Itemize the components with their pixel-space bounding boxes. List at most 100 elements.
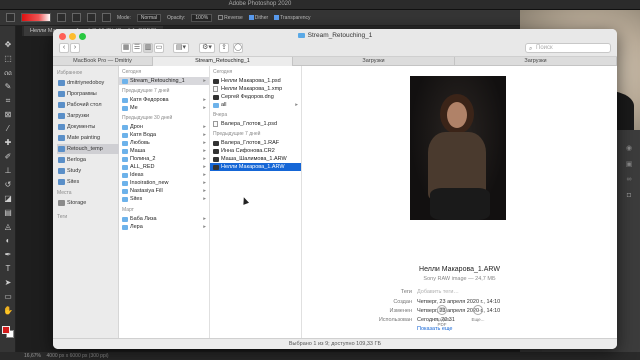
- chevron-right-icon: ▸: [295, 102, 298, 108]
- psd-file-icon: [213, 121, 218, 127]
- chevron-right-icon: ▸: [203, 156, 206, 162]
- list-item-file[interactable]: Нелли Макарова_1.psd: [210, 77, 301, 85]
- sidebar-item-retouch-temp[interactable]: Retouch_temp: [57, 144, 119, 154]
- list-item-file[interactable]: Валера_Глотов_1.psd: [210, 120, 301, 128]
- angle-gradient-icon[interactable]: [87, 13, 96, 22]
- gallery-view-button[interactable]: ▭: [154, 43, 164, 53]
- dither-checkbox[interactable]: Dither: [248, 14, 268, 21]
- sidebar-item-sites[interactable]: Sites: [57, 177, 119, 187]
- list-item-folder[interactable]: Дрон ▸: [119, 123, 209, 131]
- panel-lock-icon[interactable]: ▣: [624, 160, 634, 168]
- list-item-file[interactable]: Сергей Федоров.dng: [210, 93, 301, 101]
- tab-downloads-2[interactable]: Загрузки: [455, 57, 617, 66]
- linear-gradient-icon[interactable]: [57, 13, 66, 22]
- list-item-folder[interactable]: Sites ▸: [119, 195, 209, 203]
- forward-button[interactable]: ›: [70, 43, 80, 53]
- mode-select[interactable]: Normal: [136, 13, 162, 22]
- sidebar-item-berloga[interactable]: Berloga: [57, 155, 119, 165]
- list-item-folder[interactable]: Лера ▸: [119, 223, 209, 231]
- column-view-button[interactable]: ▥: [143, 43, 153, 53]
- type-tool-icon[interactable]: T: [3, 264, 13, 274]
- folder-icon: [122, 188, 128, 194]
- group-button[interactable]: ▤▾: [173, 43, 189, 53]
- move-tool-icon[interactable]: ✥: [3, 40, 13, 50]
- shape-tool-icon[interactable]: ▭: [3, 292, 13, 302]
- sidebar-item-storage[interactable]: Storage: [57, 198, 119, 208]
- list-item-file[interactable]: Нелли Макарова_1.xmp: [210, 85, 301, 93]
- list-item-folder[interactable]: Ideas ▸: [119, 171, 209, 179]
- list-item-folder[interactable]: ALL_RED ▸: [119, 163, 209, 171]
- list-item-file-selected[interactable]: Нелли Макарова_1.ARW: [210, 163, 301, 171]
- search-input[interactable]: ⌕ Поиск: [525, 43, 611, 53]
- reflected-gradient-icon[interactable]: [102, 13, 111, 22]
- tab-stream-retouching[interactable]: Stream_Retouching_1: [153, 57, 293, 66]
- back-button[interactable]: ‹: [59, 43, 69, 53]
- raw-file-icon: [213, 164, 219, 170]
- stamp-tool-icon[interactable]: ⊥: [3, 166, 13, 176]
- sidebar-item-documents[interactable]: Документы: [57, 122, 119, 132]
- share-button[interactable]: ⇪: [219, 43, 229, 53]
- list-item-folder[interactable]: Баба Лиза ▸: [119, 215, 209, 223]
- reverse-checkbox[interactable]: Reverse: [218, 14, 243, 21]
- icon-view-button[interactable]: ▦: [121, 43, 131, 53]
- list-item-file[interactable]: Маша_Шалимова_1.ARW: [210, 155, 301, 163]
- list-item-file[interactable]: Инна Сифонова.CR2: [210, 147, 301, 155]
- lasso-tool-icon[interactable]: ᦶ: [3, 68, 13, 78]
- list-item-folder[interactable]: Любовь ▸: [119, 139, 209, 147]
- list-item-folder[interactable]: Маша ▸: [119, 147, 209, 155]
- tab-downloads-1[interactable]: Загрузки: [293, 57, 455, 66]
- panel-link-icon[interactable]: ∞: [624, 176, 634, 184]
- foreground-color-swatch[interactable]: [2, 326, 10, 334]
- path-select-tool-icon[interactable]: ➤: [3, 278, 13, 288]
- gradient-picker[interactable]: [21, 13, 51, 22]
- list-item-folder[interactable]: Полина_2 ▸: [119, 155, 209, 163]
- brush-tool-icon[interactable]: ✐: [3, 152, 13, 162]
- eraser-tool-icon[interactable]: ◪: [3, 194, 13, 204]
- tags-button[interactable]: ◯: [233, 43, 243, 53]
- panel-eye-icon[interactable]: ◉: [624, 144, 634, 152]
- history-brush-tool-icon[interactable]: ↺: [3, 180, 13, 190]
- list-item-folder[interactable]: Катя Федорова ▸: [119, 96, 209, 104]
- eyedropper-tool-icon[interactable]: ⁄: [3, 124, 13, 134]
- meta-key: Использован: [378, 317, 412, 323]
- list-item-folder[interactable]: Insoiration_new ▸: [119, 179, 209, 187]
- list-item-folder[interactable]: Stream_Retouching_1 ▸: [119, 77, 209, 85]
- list-item-folder[interactable]: Катя Вода ▸: [119, 131, 209, 139]
- list-view-button[interactable]: ☰: [132, 43, 142, 53]
- sidebar-item-study[interactable]: Study: [57, 166, 119, 176]
- opacity-field[interactable]: 100%: [191, 13, 213, 22]
- meta-value: Добавить теги…: [417, 289, 459, 295]
- transparency-checkbox[interactable]: Transparency: [274, 14, 311, 21]
- preview-pane: Нелли Макарова_1.ARW Sony RAW image — 24…: [302, 66, 617, 338]
- action-gear-button[interactable]: ⚙▾: [199, 43, 215, 53]
- create-pdf-button[interactable]: ▤ Создать PDF: [431, 305, 453, 327]
- pen-tool-icon[interactable]: ✒: [3, 250, 13, 260]
- marquee-tool-icon[interactable]: ⬚: [3, 54, 13, 64]
- finder-column-1: Сегодня Stream_Retouching_1 ▸ Предыдущие …: [119, 66, 210, 338]
- hand-tool-icon[interactable]: ✋: [3, 306, 13, 316]
- zoom-readout[interactable]: 16,67%: [24, 353, 41, 359]
- folder-icon: [122, 196, 128, 202]
- quick-select-tool-icon[interactable]: ✎: [3, 82, 13, 92]
- dodge-tool-icon[interactable]: ◐: [3, 236, 13, 246]
- crop-tool-icon[interactable]: ⌗: [3, 96, 13, 106]
- sidebar-item-desktop[interactable]: Рабочий стол: [57, 100, 119, 110]
- sidebar-item-home[interactable]: dmitriynedoboy: [57, 78, 119, 88]
- tool-preset-icon[interactable]: [6, 13, 15, 22]
- panel-mask-icon[interactable]: ◘: [624, 192, 634, 200]
- blur-tool-icon[interactable]: ◬: [3, 222, 13, 232]
- more-actions-button[interactable]: … Еще...: [467, 305, 489, 322]
- list-item-folder[interactable]: all ▸: [210, 101, 301, 109]
- list-item-folder[interactable]: Me ▸: [119, 104, 209, 112]
- list-item-folder[interactable]: Nastasiya Fill ▸: [119, 187, 209, 195]
- tab-macbook[interactable]: MacBook Pro — Dmitriy: [53, 57, 153, 66]
- radial-gradient-icon[interactable]: [72, 13, 81, 22]
- sidebar-item-applications[interactable]: Программы: [57, 89, 119, 99]
- sidebar-item-mate-painting[interactable]: Mate painting: [57, 133, 119, 143]
- sidebar-item-downloads[interactable]: Загрузки: [57, 111, 119, 121]
- healing-tool-icon[interactable]: ✚: [3, 138, 13, 148]
- chevron-right-icon: ▸: [203, 148, 206, 154]
- list-item-file[interactable]: Валера_Глотов_1.RAF: [210, 139, 301, 147]
- frame-tool-icon[interactable]: ⊠: [3, 110, 13, 120]
- gradient-tool-icon[interactable]: ▤: [3, 208, 13, 218]
